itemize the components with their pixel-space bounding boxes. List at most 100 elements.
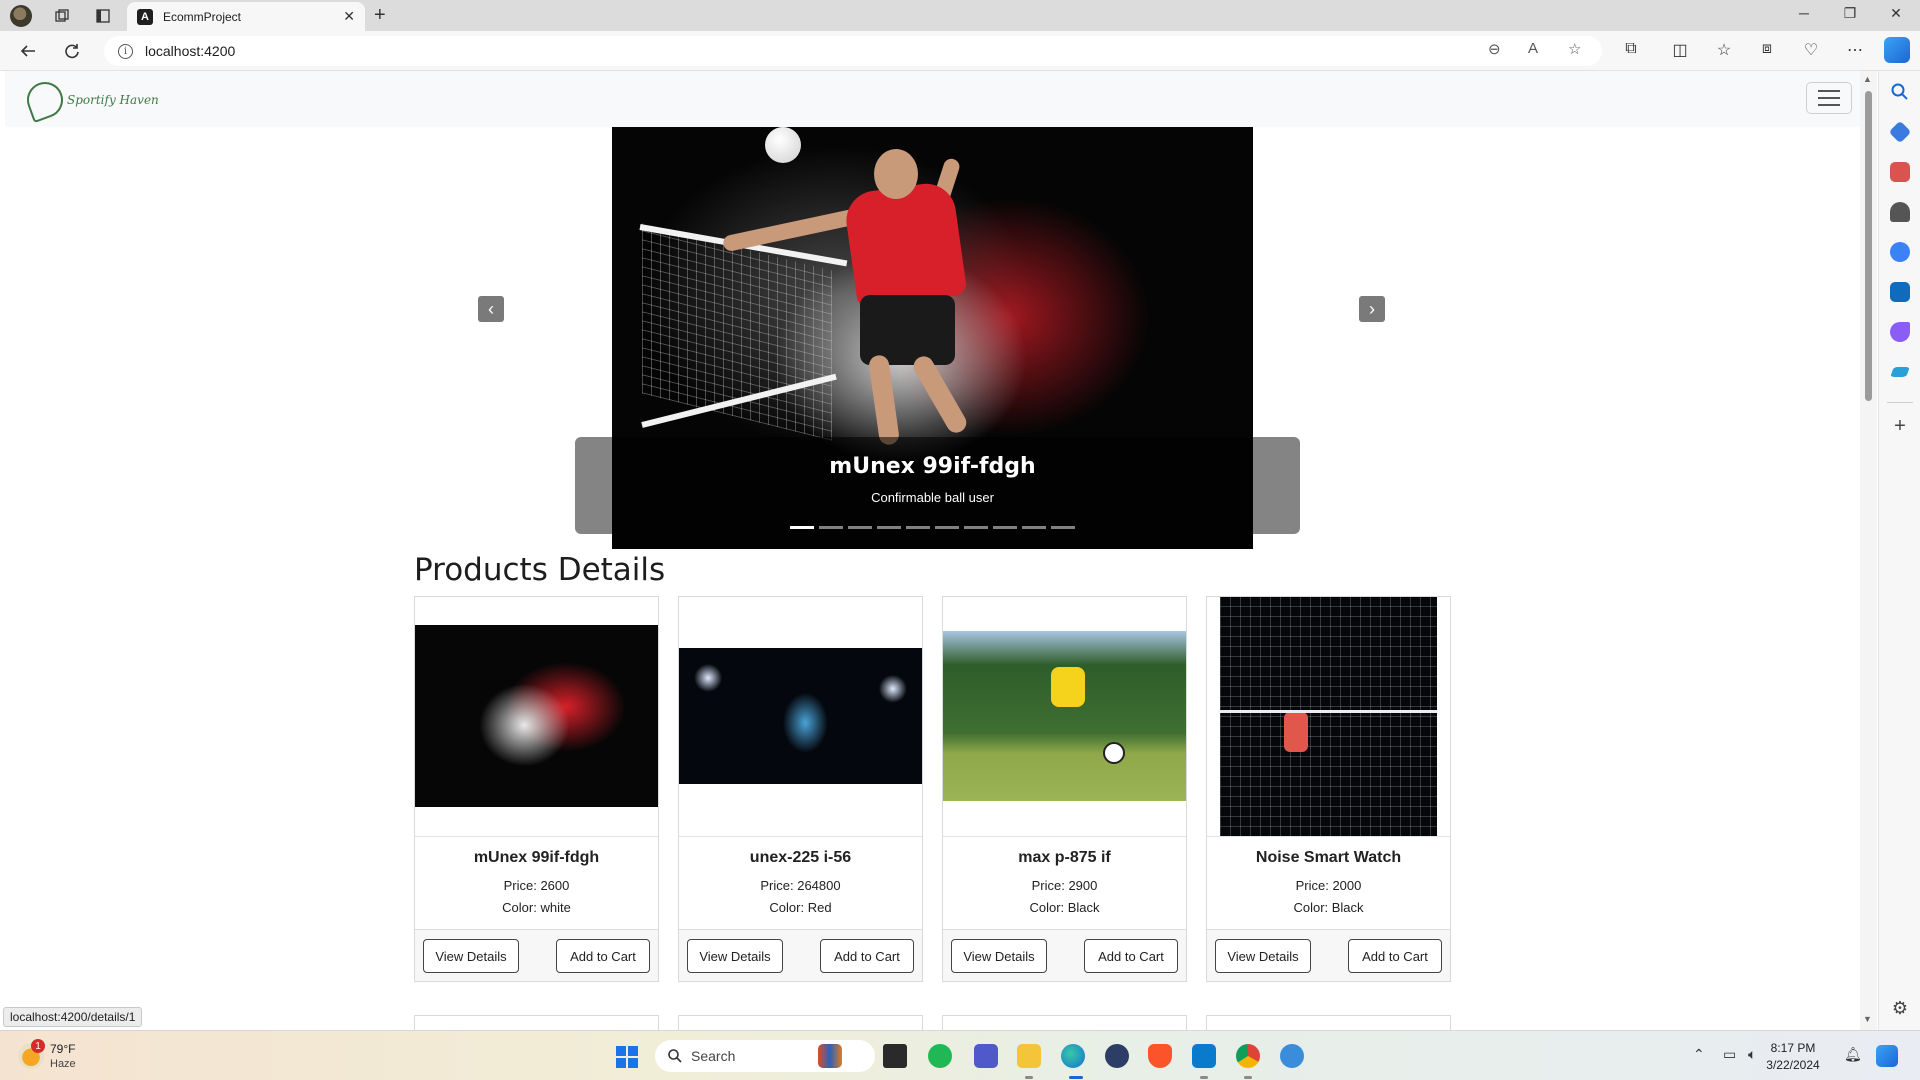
edge-sidebar: + ⚙ bbox=[1878, 71, 1920, 1030]
scroll-down-icon[interactable]: ▼ bbox=[1863, 1014, 1872, 1024]
windows-taskbar: 1 79°F Haze Search ⌃ ▭ 🔈︎ 8:17 PM 3/22/2… bbox=[0, 1030, 1920, 1080]
copilot-taskbar-icon[interactable] bbox=[1876, 1045, 1898, 1067]
taskbar-clock-date[interactable]: 3/22/2024 bbox=[1760, 1058, 1826, 1072]
collections-icon[interactable]: ⧈ bbox=[1755, 40, 1779, 58]
app-active-indicator bbox=[1069, 1076, 1083, 1079]
net-band bbox=[1220, 710, 1437, 713]
search-icon bbox=[668, 1049, 682, 1063]
close-window-icon[interactable]: ✕ bbox=[1876, 5, 1916, 22]
designer-icon[interactable] bbox=[1890, 322, 1910, 342]
product-image[interactable] bbox=[1220, 597, 1437, 836]
more-options-icon[interactable]: ⋯ bbox=[1843, 40, 1867, 60]
taskbar-search[interactable]: Search bbox=[655, 1040, 875, 1072]
chevron-left-icon[interactable]: ‹ bbox=[478, 296, 504, 322]
add-to-cart-button[interactable]: Add to Cart bbox=[820, 939, 914, 973]
view-details-button[interactable]: View Details bbox=[1215, 939, 1311, 973]
notification-bell-icon[interactable]: 🔔︎ bbox=[1844, 1046, 1862, 1063]
weather-temperature[interactable]: 79°F bbox=[50, 1042, 75, 1056]
teams-icon[interactable] bbox=[974, 1044, 998, 1068]
scroll-thumb[interactable] bbox=[1865, 91, 1872, 401]
product-card bbox=[678, 1015, 923, 1030]
angular-app-icon[interactable] bbox=[1280, 1044, 1304, 1068]
address-bar[interactable]: i localhost:4200 bbox=[104, 36, 1602, 66]
windows-start-icon[interactable] bbox=[616, 1046, 638, 1068]
vscode-icon[interactable] bbox=[1192, 1044, 1216, 1068]
product-image[interactable] bbox=[679, 648, 922, 784]
chrome-icon[interactable] bbox=[1236, 1044, 1260, 1068]
favorites-icon[interactable]: ☆ bbox=[1712, 40, 1736, 60]
tab-title: EcommProject bbox=[163, 9, 242, 24]
outlook-icon[interactable] bbox=[1890, 282, 1910, 302]
refresh-icon[interactable] bbox=[59, 38, 85, 64]
carousel-indicator[interactable] bbox=[935, 526, 959, 529]
read-aloud-icon[interactable]: A bbox=[1528, 40, 1538, 57]
extensions-icon[interactable]: ⧉ bbox=[1619, 40, 1643, 58]
volume-icon[interactable]: 🔈︎ bbox=[1748, 1046, 1756, 1063]
product-name: max p-875 if bbox=[1018, 849, 1111, 866]
browser-essentials-icon[interactable]: ♡ bbox=[1799, 40, 1823, 60]
hamburger-menu-icon[interactable] bbox=[1806, 82, 1852, 114]
site-logo[interactable]: Sportify Haven bbox=[21, 76, 177, 124]
games-icon[interactable] bbox=[1890, 202, 1910, 222]
app-running-indicator bbox=[1025, 1076, 1033, 1079]
chevron-right-icon[interactable]: › bbox=[1359, 296, 1385, 322]
add-to-cart-button[interactable]: Add to Cart bbox=[1084, 939, 1178, 973]
search-icon[interactable] bbox=[1890, 82, 1910, 102]
url-text[interactable]: localhost:4200 bbox=[145, 43, 235, 59]
favorite-star-icon[interactable]: ☆ bbox=[1568, 40, 1581, 58]
send-icon[interactable] bbox=[1890, 367, 1910, 377]
address-toolbar: i localhost:4200 ⊖ A ☆ ⧉ ◫ ☆ ⧈ ♡ ⋯ bbox=[0, 31, 1920, 71]
brave-browser-icon[interactable] bbox=[1148, 1044, 1172, 1068]
new-tab-icon[interactable]: + bbox=[374, 4, 386, 27]
tab-ecommproject[interactable]: A EcommProject ✕ bbox=[127, 2, 365, 31]
carousel-indicator[interactable] bbox=[790, 526, 814, 529]
product-name: Noise Smart Watch bbox=[1255, 849, 1402, 866]
product-color: Color: white bbox=[502, 900, 571, 915]
whatsapp-icon[interactable] bbox=[928, 1044, 952, 1068]
player-shirt bbox=[842, 179, 968, 310]
weather-condition[interactable]: Haze bbox=[50, 1058, 76, 1070]
add-to-cart-button[interactable]: Add to Cart bbox=[1348, 939, 1442, 973]
page-scrollbar[interactable]: ▲ ▼ bbox=[1860, 71, 1877, 1030]
carousel-indicator[interactable] bbox=[906, 526, 930, 529]
view-details-button[interactable]: View Details bbox=[951, 939, 1047, 973]
add-to-cart-button[interactable]: Add to Cart bbox=[556, 939, 650, 973]
show-hidden-icons-icon[interactable]: ⌃ bbox=[1693, 1046, 1705, 1063]
scroll-up-icon[interactable]: ▲ bbox=[1863, 74, 1872, 84]
edge-browser-icon[interactable] bbox=[1061, 1044, 1085, 1068]
view-details-button[interactable]: View Details bbox=[423, 939, 519, 973]
tab-actions-icon[interactable] bbox=[92, 5, 114, 27]
microsoft-365-icon[interactable] bbox=[1890, 242, 1910, 262]
carousel-indicator[interactable] bbox=[1022, 526, 1046, 529]
carousel-indicator[interactable] bbox=[993, 526, 1017, 529]
product-color: Color: Black bbox=[1029, 900, 1100, 915]
split-screen-icon[interactable]: ◫ bbox=[1668, 40, 1692, 60]
search-highlights-icon[interactable] bbox=[818, 1044, 842, 1068]
close-tab-icon[interactable]: ✕ bbox=[343, 8, 355, 25]
tools-briefcase-icon[interactable] bbox=[1890, 162, 1910, 182]
view-details-button[interactable]: View Details bbox=[687, 939, 783, 973]
minimize-icon[interactable]: ─ bbox=[1784, 5, 1824, 21]
profile-avatar-icon[interactable] bbox=[10, 5, 32, 27]
carousel-indicator[interactable] bbox=[819, 526, 843, 529]
workspaces-icon[interactable] bbox=[51, 5, 73, 27]
carousel-indicator[interactable] bbox=[877, 526, 901, 529]
product-image[interactable] bbox=[943, 631, 1186, 801]
restore-icon[interactable]: ❐ bbox=[1830, 5, 1870, 22]
carousel-indicator[interactable] bbox=[1051, 526, 1075, 529]
back-arrow-icon[interactable] bbox=[15, 38, 41, 64]
shopping-tag-icon[interactable] bbox=[1888, 120, 1912, 144]
carousel-indicator[interactable] bbox=[964, 526, 988, 529]
zoom-out-icon[interactable]: ⊖ bbox=[1488, 40, 1501, 58]
carousel-indicator[interactable] bbox=[848, 526, 872, 529]
settings-gear-icon[interactable]: ⚙ bbox=[1890, 998, 1910, 1018]
eclipse-icon[interactable] bbox=[1105, 1044, 1129, 1068]
network-icon[interactable]: ▭ bbox=[1723, 1046, 1736, 1063]
site-info-icon[interactable]: i bbox=[118, 43, 133, 59]
add-sidebar-app-icon[interactable]: + bbox=[1890, 416, 1910, 436]
taskbar-clock-time[interactable]: 8:17 PM bbox=[1763, 1041, 1823, 1055]
file-manager-icon[interactable] bbox=[883, 1044, 907, 1068]
file-explorer-icon[interactable] bbox=[1017, 1044, 1041, 1068]
copilot-icon[interactable] bbox=[1884, 37, 1910, 63]
product-image[interactable] bbox=[415, 625, 658, 807]
